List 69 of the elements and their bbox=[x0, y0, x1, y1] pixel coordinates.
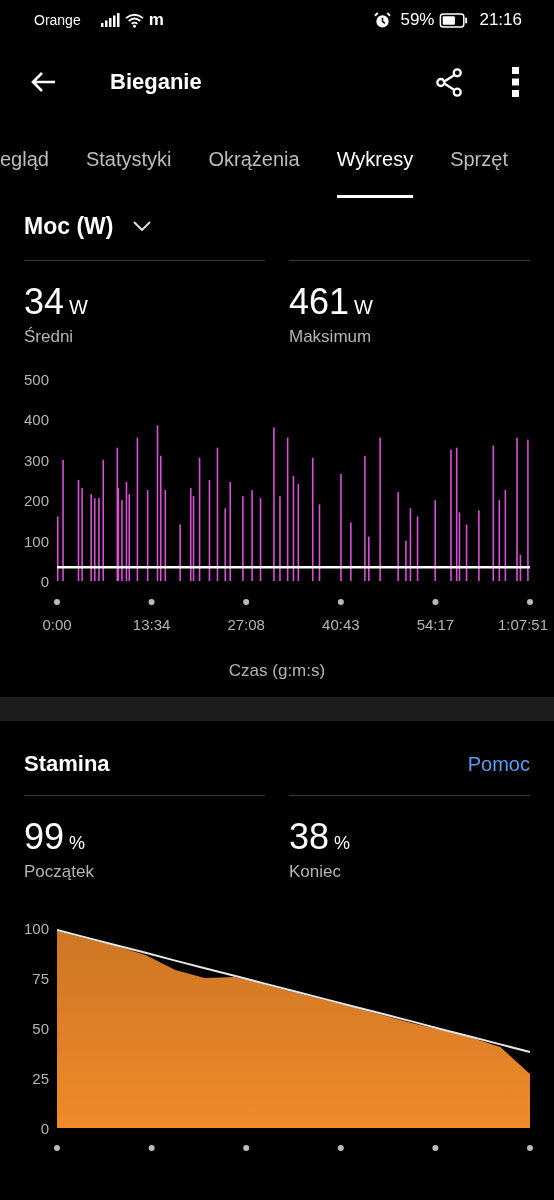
axis-tick-dot bbox=[432, 1145, 439, 1151]
clock: 21:16 bbox=[479, 10, 522, 30]
stat-label: Średni bbox=[24, 327, 75, 347]
share-icon bbox=[435, 66, 464, 98]
battery-icon bbox=[439, 12, 469, 28]
stat-value: 461 bbox=[289, 281, 350, 323]
axis-tick-label: 40:43 bbox=[322, 616, 360, 633]
axis-tick-label: 75 bbox=[32, 970, 49, 987]
stat-label: Początek bbox=[24, 862, 95, 882]
axis-tick-dot bbox=[337, 1145, 344, 1151]
axis-tick-label: 300 bbox=[23, 451, 49, 469]
axis-tick-label: 0 bbox=[40, 573, 49, 590]
power-bar bbox=[416, 516, 419, 581]
section-title: Stamina bbox=[24, 751, 110, 777]
tab[interactable]: Wykresy bbox=[336, 124, 414, 198]
axis-tick-label: 1:07:51 bbox=[497, 616, 548, 633]
wifi-icon bbox=[124, 12, 144, 28]
more-button[interactable] bbox=[512, 67, 520, 97]
axis-tick-label: 0 bbox=[40, 1120, 49, 1137]
axis-tick-label: 100 bbox=[23, 532, 49, 550]
share-button[interactable] bbox=[435, 66, 464, 98]
axis-title: Czas (g:m:s) bbox=[227, 661, 327, 682]
battery-percent: 59% bbox=[400, 10, 435, 30]
tab[interactable]: egląd bbox=[0, 124, 49, 198]
back-button[interactable] bbox=[30, 71, 56, 93]
stat-value: 99 bbox=[24, 816, 65, 858]
stat-label: Koniec bbox=[289, 862, 342, 882]
power-bar bbox=[465, 524, 468, 581]
stat-value: 38 bbox=[289, 816, 330, 858]
axis-tick-dot bbox=[527, 599, 533, 605]
axis-tick-dot bbox=[148, 599, 155, 605]
axis-tick-dot bbox=[54, 1145, 60, 1151]
chevron-down-icon bbox=[133, 221, 152, 231]
axis-tick-label: 0:00 bbox=[42, 616, 72, 633]
power-bar bbox=[56, 516, 59, 581]
stat-unit: W bbox=[69, 296, 88, 319]
axis-tick-dot bbox=[148, 1145, 155, 1151]
carrier-name: Orange bbox=[34, 12, 81, 28]
axis-tick-label: 54:17 bbox=[416, 616, 455, 633]
help-link[interactable]: Pomoc bbox=[467, 752, 530, 776]
axis-tick-label: 27:08 bbox=[227, 616, 265, 633]
tab[interactable]: Okrążenia bbox=[208, 124, 300, 198]
axis-tick-label: 200 bbox=[23, 492, 49, 510]
axis-tick-dot bbox=[243, 599, 250, 605]
tab[interactable]: Sprzęt bbox=[450, 124, 508, 198]
metric-dropdown[interactable]: Moc (W) bbox=[24, 208, 152, 244]
signal-icon bbox=[99, 13, 120, 27]
axis-tick-dot bbox=[432, 599, 439, 605]
axis-tick-dot bbox=[527, 1145, 533, 1151]
axis-tick-dot bbox=[243, 1145, 250, 1151]
stat-unit: % bbox=[334, 833, 351, 854]
network-type-label: m bbox=[148, 10, 164, 30]
more-icon bbox=[512, 67, 520, 97]
stat-unit: W bbox=[354, 296, 373, 319]
tab[interactable]: Statystyki bbox=[85, 124, 172, 198]
page-title: Bieganie bbox=[110, 69, 202, 95]
axis-tick-label: 25 bbox=[32, 1070, 49, 1087]
axis-tick-label: 100 bbox=[23, 920, 49, 937]
axis-tick-label: 50 bbox=[32, 1020, 49, 1037]
axis-tick-dot bbox=[54, 599, 60, 605]
alarm-icon bbox=[374, 11, 392, 29]
stat-unit: % bbox=[69, 833, 86, 854]
axis-tick-label: 400 bbox=[23, 411, 49, 429]
back-arrow-icon bbox=[30, 71, 56, 93]
stat-label: Maksimum bbox=[289, 327, 373, 347]
stat-value: 34 bbox=[24, 281, 65, 323]
axis-tick-label: 500 bbox=[23, 371, 49, 388]
axis-tick-dot bbox=[337, 599, 344, 605]
axis-tick-label: 13:34 bbox=[132, 616, 171, 633]
